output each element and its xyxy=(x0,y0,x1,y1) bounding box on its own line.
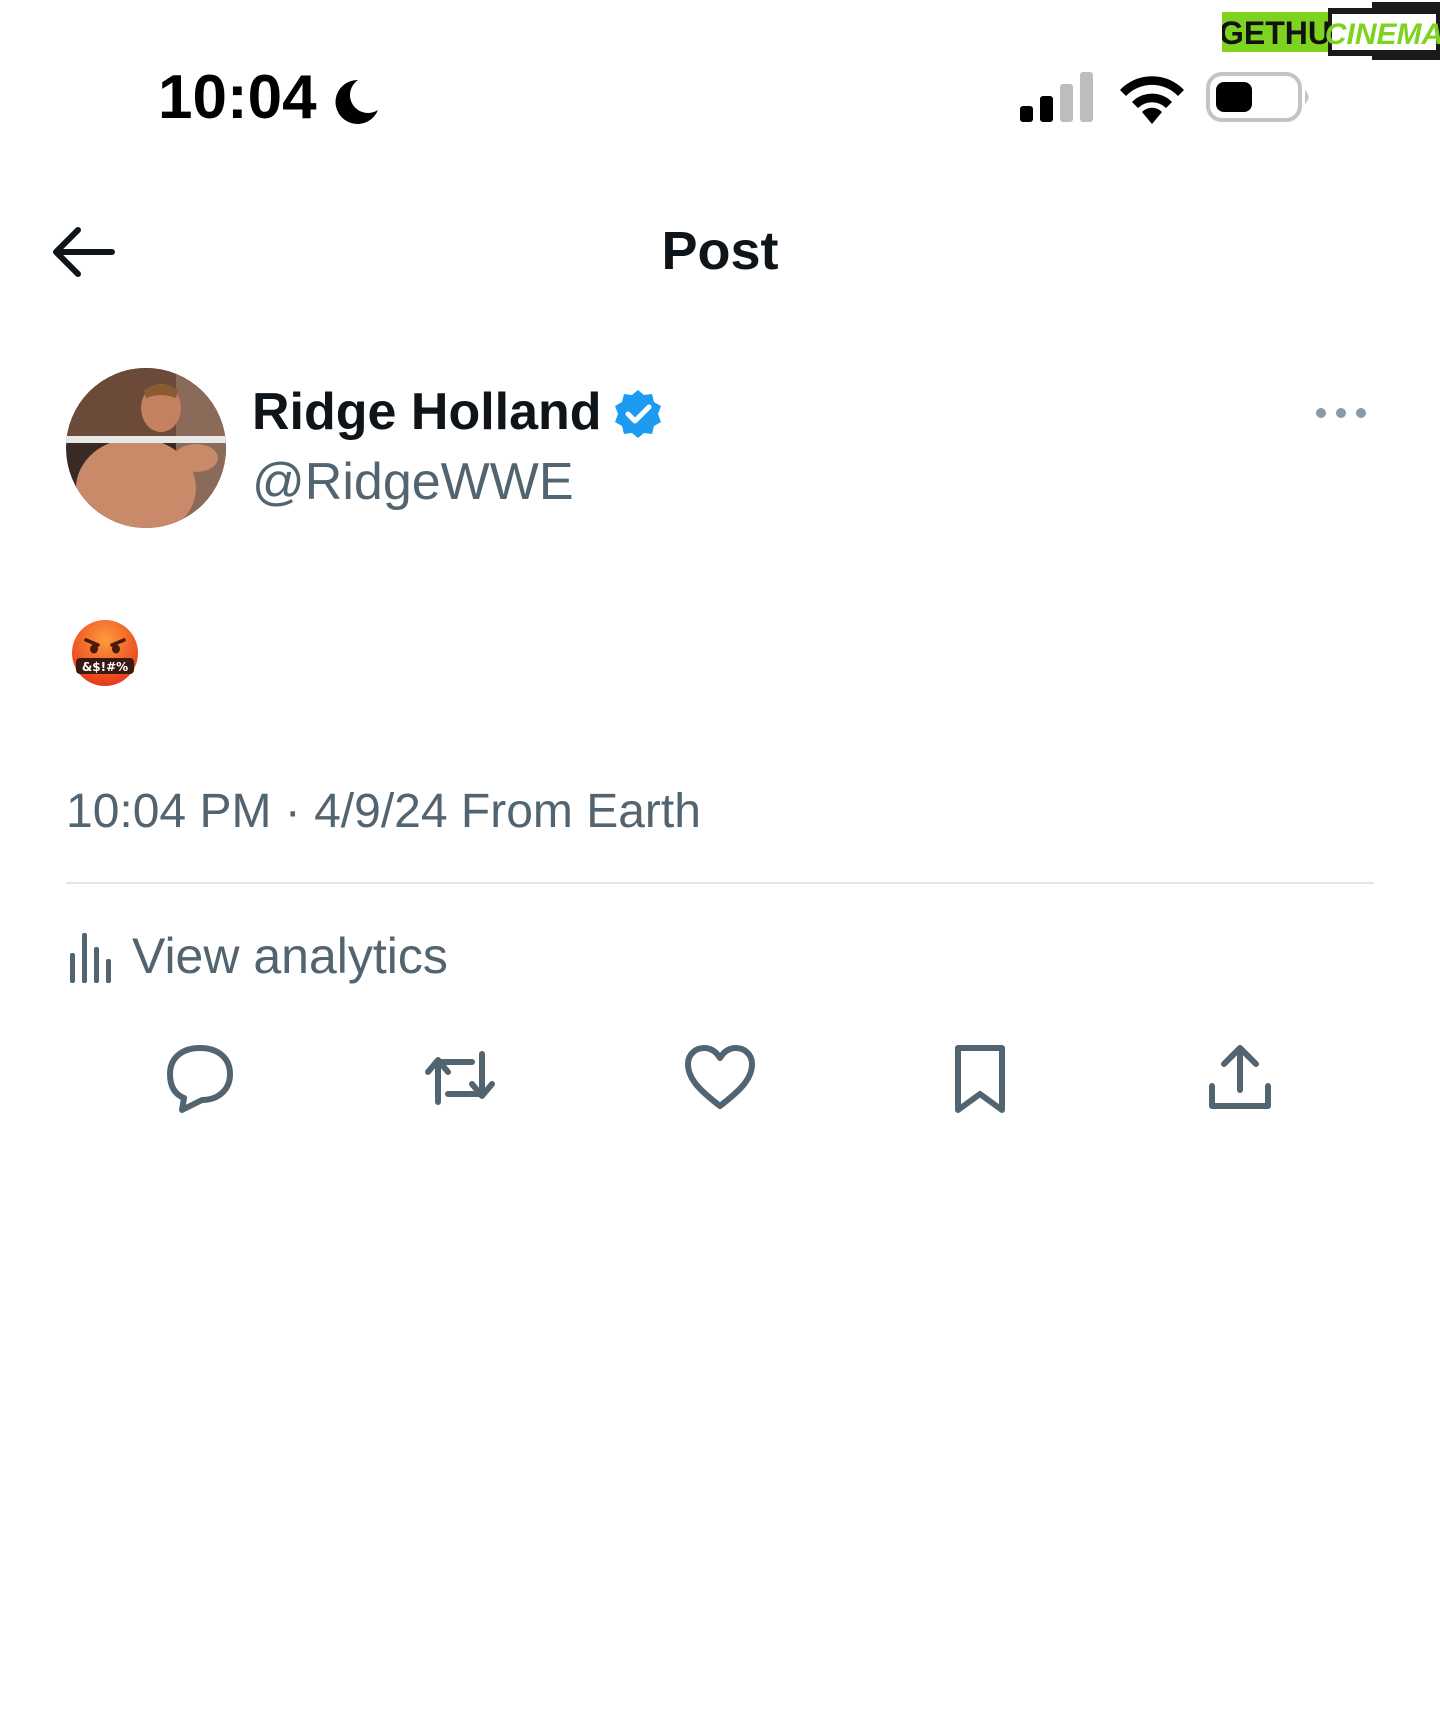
watermark-part2: CINEMA xyxy=(1325,18,1440,51)
repost-icon[interactable] xyxy=(422,1040,498,1116)
emoji-symbols: &$!#% xyxy=(82,660,128,674)
author-handle[interactable]: @RidgeWWE xyxy=(252,452,574,512)
view-analytics-link[interactable]: View analytics xyxy=(68,924,448,988)
face-with-symbols-on-mouth-emoji: &$!#% xyxy=(72,620,138,686)
author-name[interactable]: Ridge Holland xyxy=(252,382,602,442)
battery-icon xyxy=(1206,72,1309,122)
reply-icon[interactable] xyxy=(162,1040,238,1116)
share-icon[interactable] xyxy=(1202,1040,1278,1116)
signal-icon xyxy=(1020,72,1093,122)
moon-icon xyxy=(335,79,378,124)
heart-icon[interactable] xyxy=(682,1040,758,1116)
action-bar xyxy=(66,1040,1374,1120)
more-horizontal-icon[interactable] xyxy=(1314,398,1368,428)
analytics-icon xyxy=(70,933,111,983)
bookmark-icon[interactable] xyxy=(942,1040,1018,1116)
status-time: 10:04 xyxy=(158,63,317,132)
page-title: Post xyxy=(661,221,779,281)
wifi-icon xyxy=(1120,76,1184,124)
divider xyxy=(66,882,1374,884)
view-analytics-label: View analytics xyxy=(132,928,448,984)
watermark-logo: GETHU CINEMA xyxy=(1222,2,1440,60)
verified-badge-icon xyxy=(615,390,661,438)
watermark-part1: GETHU xyxy=(1222,15,1331,51)
post-timestamp[interactable]: 10:04 PM · 4/9/24 From Earth xyxy=(66,784,701,839)
avatar[interactable] xyxy=(66,368,226,528)
